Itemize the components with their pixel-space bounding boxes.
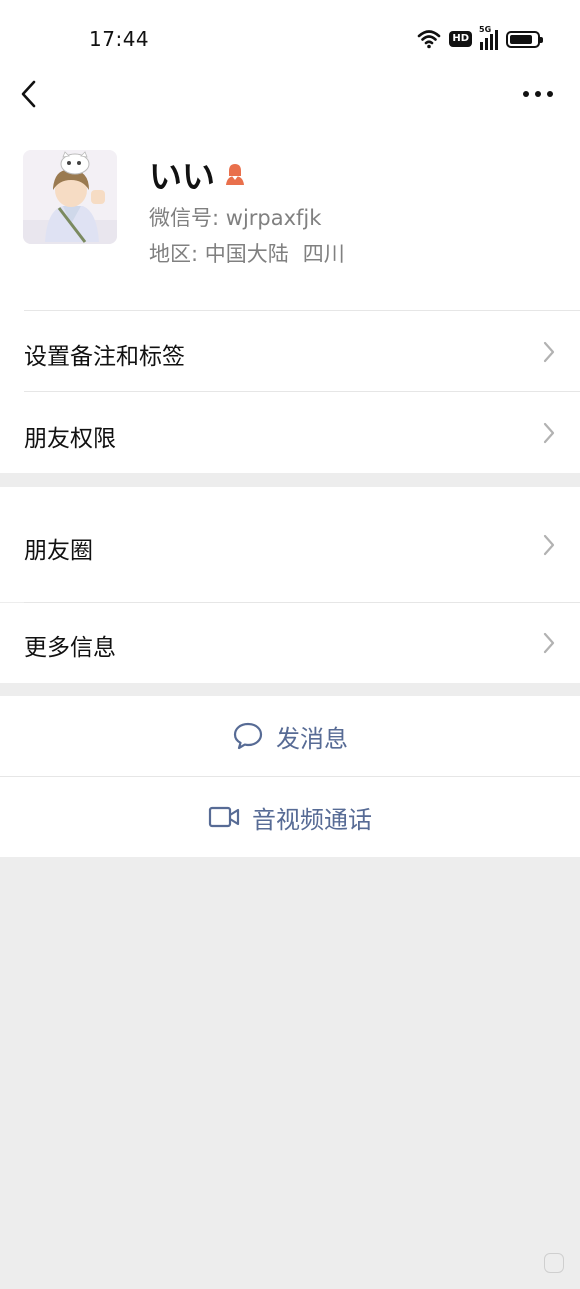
wechat-id-label: 微信号: — [149, 206, 220, 230]
cell-permissions-label: 朋友权限 — [24, 426, 116, 452]
cell-moments[interactable]: 朋友圈 — [0, 487, 580, 602]
wechat-id-value: wjrpaxfjk — [225, 206, 322, 230]
battery-level — [510, 34, 533, 44]
cell-signal-icon: 5G — [479, 25, 498, 50]
status-time: 17:44 — [89, 27, 150, 51]
avatar[interactable] — [23, 150, 117, 244]
send-message-label: 发消息 — [276, 724, 348, 753]
hd-badge: HD — [449, 31, 472, 47]
cell-moments-label: 朋友圈 — [24, 538, 93, 564]
chevron-right-icon — [543, 534, 555, 556]
cell-more-info-label: 更多信息 — [24, 635, 116, 661]
cell-permissions[interactable]: 朋友权限 — [0, 392, 580, 473]
battery-icon — [506, 30, 543, 48]
female-user-icon — [226, 164, 244, 185]
status-bar: 17:44 HD 5G — [0, 0, 580, 76]
more-horizontal-icon[interactable] — [520, 80, 556, 108]
cell-remark-tags-label: 设置备注和标签 — [24, 344, 185, 370]
cell-remark-tags[interactable]: 设置备注和标签 — [0, 311, 580, 391]
region-country: 中国大陆 — [204, 242, 289, 266]
corner-overlay-icon — [544, 1253, 564, 1273]
wechat-id: 微信号: wjrpaxfjk — [149, 202, 321, 232]
video-call-button[interactable]: 音视频通话 — [0, 777, 580, 857]
nav-bar — [0, 66, 580, 122]
chevron-right-icon — [543, 422, 555, 444]
chevron-right-icon — [543, 341, 555, 363]
chevron-right-icon — [543, 632, 555, 654]
profile-name: いい — [149, 157, 215, 196]
wifi-icon — [418, 30, 441, 49]
region-label: 地区: — [149, 242, 199, 266]
avatar-illustration — [23, 150, 117, 244]
network-type-label: 5G — [479, 25, 492, 34]
cell-more-info[interactable]: 更多信息 — [0, 603, 580, 683]
chevron-left-icon[interactable] — [14, 76, 46, 112]
video-camera-icon — [208, 806, 240, 828]
status-icons: HD 5G — [417, 25, 543, 51]
chat-bubble-icon — [233, 722, 263, 750]
region: 地区: 中国大陆 四川 — [149, 238, 345, 268]
profile-name-row: いい — [149, 150, 247, 198]
video-call-label: 音视频通话 — [252, 805, 372, 834]
send-message-button[interactable]: 发消息 — [0, 696, 580, 776]
region-province: 四川 — [302, 242, 345, 266]
